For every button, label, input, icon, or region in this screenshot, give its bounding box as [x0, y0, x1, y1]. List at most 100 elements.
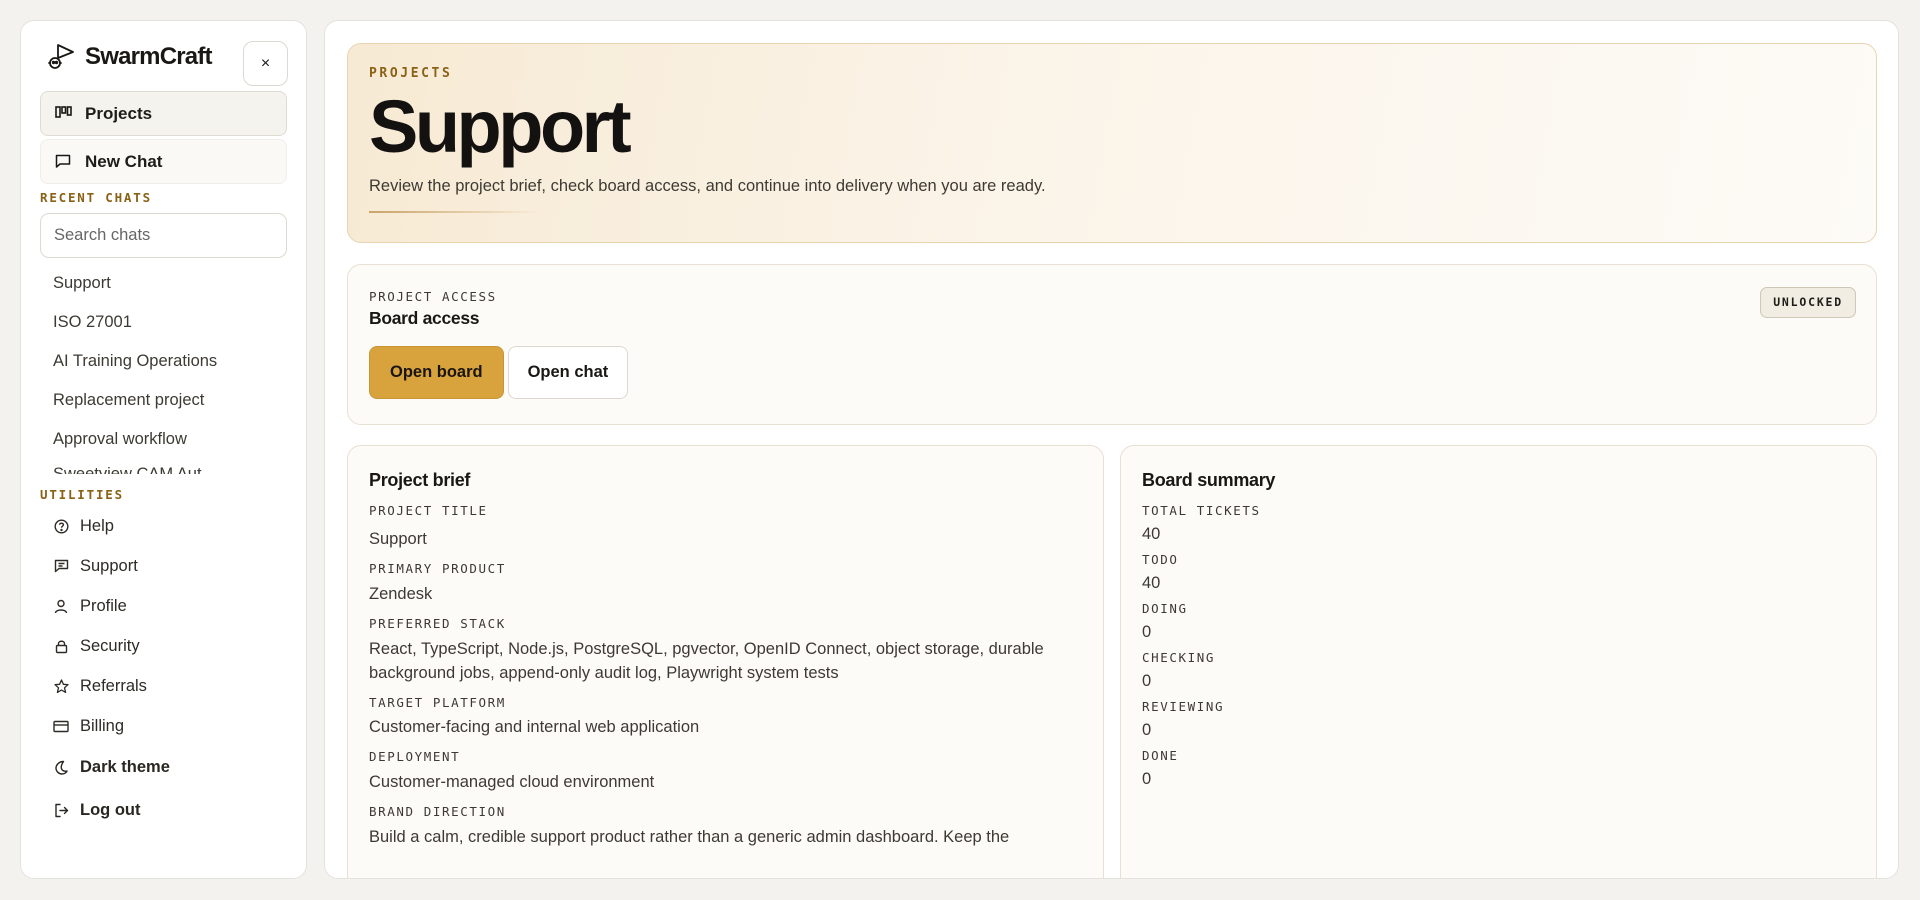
field-label: PROJECT TITLE — [369, 503, 488, 518]
field-value: Customer-managed cloud environment — [369, 773, 655, 791]
stat-label: CHECKING — [1142, 650, 1216, 665]
close-sidebar-button[interactable]: × — [243, 41, 288, 86]
moon-icon — [53, 760, 69, 776]
chat-item-iso-27001[interactable]: ISO 27001 — [40, 303, 287, 342]
dark-theme-toggle[interactable]: Dark theme — [40, 746, 287, 789]
summary-stat: CHECKING 0 — [1142, 650, 1855, 691]
field-value: Support — [369, 530, 427, 548]
stat-label: TOTAL TICKETS — [1142, 503, 1261, 518]
chat-item-sweetview-cam[interactable]: Sweetview CAM Aut... — [40, 459, 287, 474]
brief-field: PRIMARY PRODUCT Zendesk — [369, 561, 1082, 606]
summary-stat: TOTAL TICKETS 40 — [1142, 503, 1855, 544]
brief-field: BRAND DIRECTION Build a calm, credible s… — [369, 804, 1082, 849]
support-icon — [53, 558, 69, 574]
recent-chats-heading: RECENT CHATS — [40, 190, 152, 205]
chat-item-support[interactable]: Support — [40, 264, 287, 303]
field-value: Build a calm, credible support product r… — [369, 828, 1010, 846]
hero-header: PROJECTS Support Review the project brie… — [347, 43, 1877, 243]
logout-button[interactable]: Log out — [40, 789, 287, 832]
access-actions: Open board Open chat — [369, 346, 1855, 399]
profile-icon — [53, 598, 69, 614]
status-badge: UNLOCKED — [1760, 287, 1856, 318]
field-label: PRIMARY PRODUCT — [369, 561, 506, 576]
logout-label: Log out — [80, 801, 141, 819]
stat-value: 40 — [1142, 525, 1161, 543]
help-icon — [53, 518, 69, 534]
board-summary-card: Board summary TOTAL TICKETS 40 TODO 40 D… — [1120, 445, 1877, 878]
utilities-list: Help Support Profile Security Referrals — [40, 506, 287, 832]
project-access-card: PROJECT ACCESS Board access UNLOCKED Ope… — [347, 264, 1877, 425]
stat-label: DONE — [1142, 748, 1179, 763]
swarmcraft-logo-icon — [44, 40, 78, 74]
chat-item-replacement-project[interactable]: Replacement project — [40, 381, 287, 420]
util-referrals-label: Referrals — [80, 676, 147, 695]
brief-field: PREFERRED STACK React, TypeScript, Node.… — [369, 616, 1082, 685]
util-security[interactable]: Security — [40, 626, 287, 666]
open-chat-button[interactable]: Open chat — [507, 346, 629, 399]
access-title: Board access — [369, 308, 480, 328]
hero-description: Review the project brief, check board ac… — [369, 177, 1046, 195]
stat-value: 40 — [1142, 574, 1161, 592]
main-content: PROJECTS Support Review the project brie… — [324, 20, 1899, 879]
util-billing[interactable]: Billing — [40, 706, 287, 746]
summary-title: Board summary — [1142, 470, 1276, 490]
chat-item-approval-workflow[interactable]: Approval workflow — [40, 420, 287, 459]
util-help-label: Help — [80, 516, 114, 535]
chat-item-ai-training-operations[interactable]: AI Training Operations — [40, 342, 287, 381]
summary-stat: TODO 40 — [1142, 552, 1855, 593]
nav-projects[interactable]: Projects — [40, 91, 287, 136]
util-support[interactable]: Support — [40, 546, 287, 586]
open-board-button[interactable]: Open board — [369, 346, 504, 399]
field-label: DEPLOYMENT — [369, 749, 461, 764]
dark-theme-label: Dark theme — [80, 758, 170, 776]
stat-value: 0 — [1142, 721, 1152, 739]
util-support-label: Support — [80, 556, 138, 575]
app-name: SwarmCraft — [85, 43, 213, 70]
sidebar: SwarmCraft × Projects New Chat RECENT CH… — [20, 20, 307, 879]
utilities-heading: UTILITIES — [40, 487, 124, 502]
kanban-icon — [54, 105, 72, 123]
field-label: PREFERRED STACK — [369, 616, 506, 631]
brief-field: DEPLOYMENT Customer-managed cloud enviro… — [369, 749, 1082, 794]
primary-nav: Projects New Chat — [40, 91, 287, 184]
field-label: BRAND DIRECTION — [369, 804, 506, 819]
util-profile-label: Profile — [80, 596, 127, 615]
stat-value: 0 — [1142, 770, 1152, 788]
nav-new-chat-label: New Chat — [85, 151, 163, 171]
field-value: Customer-facing and internal web applica… — [369, 718, 700, 736]
search-chats-input[interactable] — [40, 213, 287, 258]
nav-new-chat[interactable]: New Chat — [40, 139, 287, 184]
stat-label: TODO — [1142, 552, 1179, 567]
brief-field: TARGET PLATFORM Customer-facing and inte… — [369, 695, 1082, 739]
stat-value: 0 — [1142, 672, 1152, 690]
logout-icon — [53, 803, 69, 819]
hero-eyebrow: PROJECTS — [369, 66, 453, 81]
lock-icon — [53, 638, 69, 654]
brief-field: PROJECT TITLE Support — [369, 503, 1082, 551]
nav-projects-label: Projects — [85, 103, 153, 123]
util-billing-label: Billing — [80, 716, 125, 735]
page-title: Support — [369, 85, 632, 168]
field-label: TARGET PLATFORM — [369, 695, 506, 710]
access-eyebrow: PROJECT ACCESS — [369, 289, 497, 304]
summary-stat: DONE 0 — [1142, 748, 1855, 789]
hero-divider — [369, 211, 541, 213]
star-icon — [53, 678, 69, 694]
field-value: React, TypeScript, Node.js, PostgreSQL, … — [369, 640, 1044, 682]
close-icon: × — [260, 54, 271, 72]
stat-label: REVIEWING — [1142, 699, 1225, 714]
chat-icon — [54, 153, 72, 171]
summary-stat: REVIEWING 0 — [1142, 699, 1855, 740]
util-profile[interactable]: Profile — [40, 586, 287, 626]
field-value: Zendesk — [369, 585, 433, 603]
card-icon — [53, 718, 69, 734]
util-referrals[interactable]: Referrals — [40, 666, 287, 706]
stat-value: 0 — [1142, 623, 1152, 641]
project-brief-card: Project brief PROJECT TITLE Support PRIM… — [347, 445, 1104, 878]
recent-chat-list: Support ISO 27001 AI Training Operations… — [40, 264, 287, 474]
summary-stat: DOING 0 — [1142, 601, 1855, 642]
stat-label: DOING — [1142, 601, 1188, 616]
util-help[interactable]: Help — [40, 506, 287, 546]
util-security-label: Security — [80, 636, 140, 655]
brief-title: Project brief — [369, 470, 471, 490]
